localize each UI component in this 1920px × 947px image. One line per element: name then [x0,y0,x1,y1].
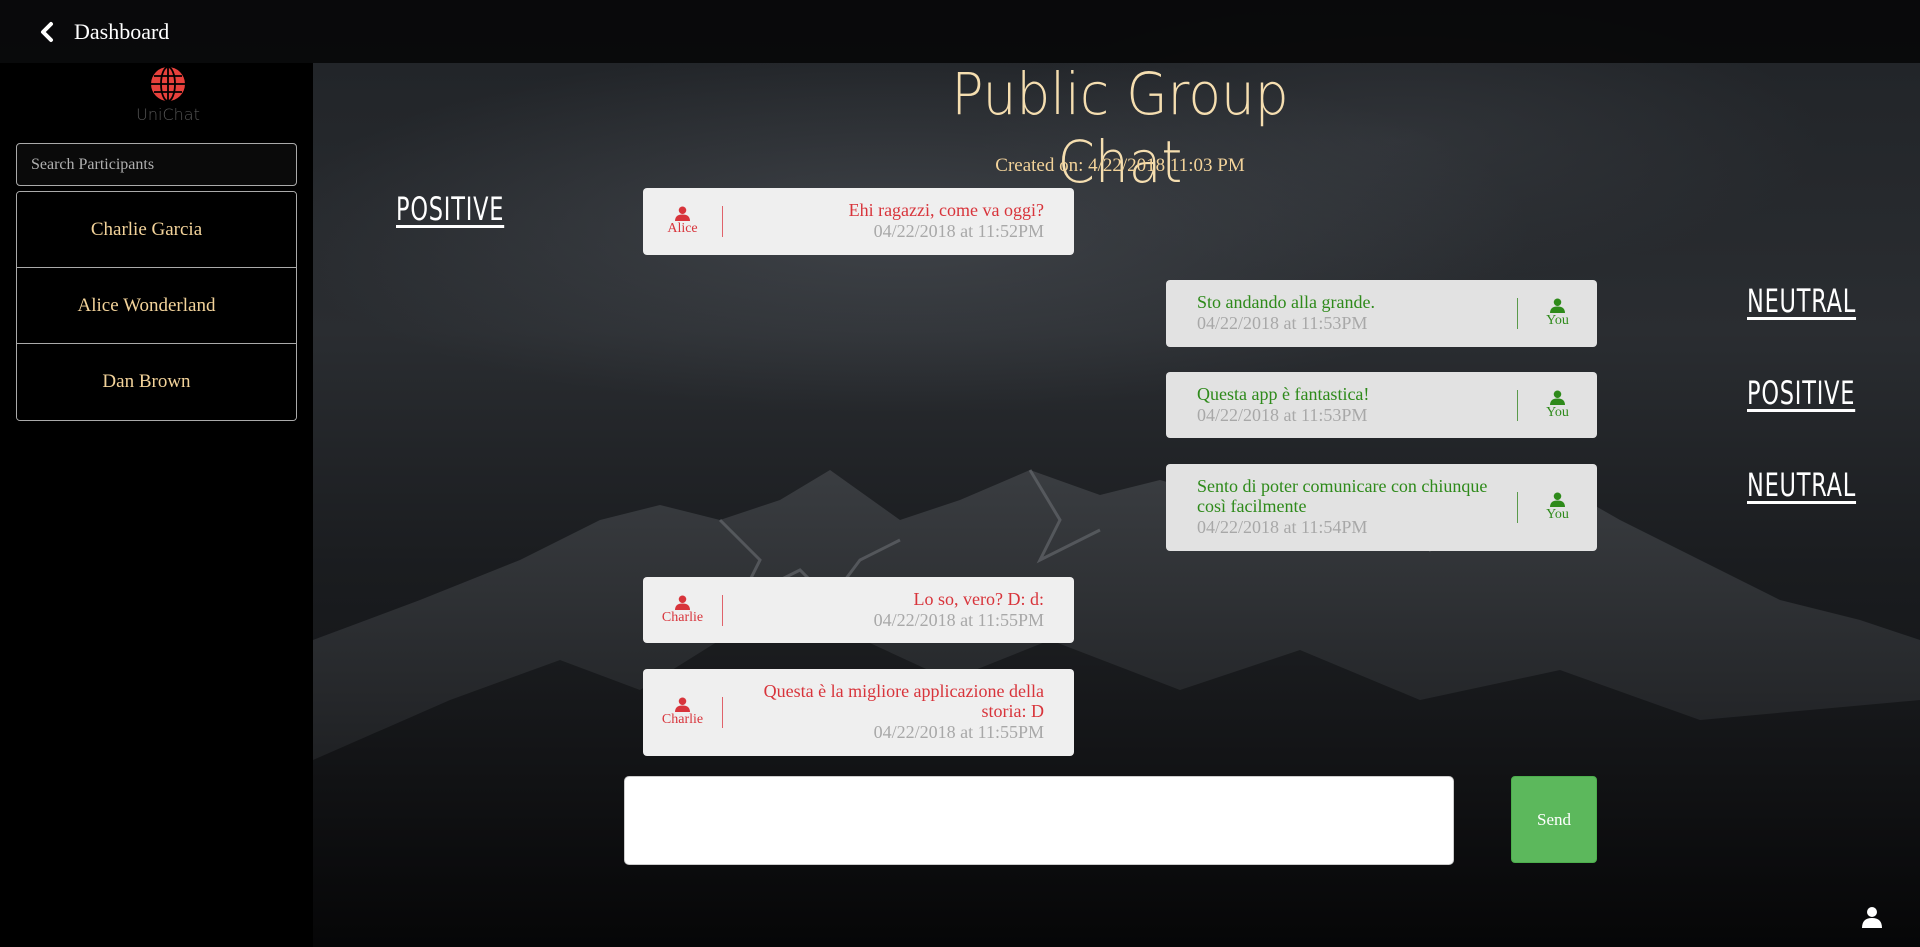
message-text: Sto andando alla grande. [1197,292,1375,312]
message-sender: You [1517,464,1597,551]
globe-icon [151,66,185,102]
message-text: Ehi ragazzi, come va oggi? [848,200,1044,220]
sender-name: Alice [667,221,698,236]
search-participants-input[interactable] [16,143,297,186]
sender-name: Charlie [661,609,704,625]
logo: UniChat [136,65,200,124]
send-button[interactable]: Send [1511,776,1597,863]
top-bar: Dashboard [0,0,1920,63]
participant-list: Charlie Garcia Alice Wonderland Dan Brow… [16,191,297,421]
chevron-left-icon[interactable] [38,21,56,43]
sentiment-label: POSITIVE [396,190,505,228]
message-sender: Alice [643,188,723,255]
sentiment-label: NEUTRAL [1747,282,1857,320]
participant-item[interactable]: Charlie Garcia [17,192,296,268]
sender-name: You [1546,507,1569,522]
message-time: 04/22/2018 at 11:55PM [873,722,1044,742]
created-date: Created on: 4/22/2018 11:03 PM [995,155,1245,176]
sentiment-label: NEUTRAL [1747,466,1857,504]
message-bubble: Alice Ehi ragazzi, come va oggi? 04/22/2… [643,188,1074,255]
message-sender: You [1517,372,1597,438]
user-icon [1550,389,1565,405]
message-bubble: Sento di poter comunicare con chiunque c… [1166,464,1597,551]
user-icon [675,697,690,712]
user-icon[interactable] [1862,906,1882,928]
message-bubble: Sto andando alla grande. 04/22/2018 at 1… [1166,280,1597,347]
sentiment-label: POSITIVE [1747,374,1856,412]
message-sender: Charlie [643,669,723,756]
message-sender: You [1517,280,1597,347]
user-icon [1550,492,1565,507]
message-bubble: Charlie Questa è la migliore applicazion… [643,669,1074,756]
message-text: Questa app è fantastica! [1197,384,1370,404]
message-sender: Charlie [643,577,723,643]
sender-name: Charlie [661,712,704,727]
logo-text: UniChat [136,105,200,124]
user-icon [675,206,690,221]
sender-name: You [1546,313,1569,328]
sender-name: You [1546,404,1569,420]
message-time: 04/22/2018 at 11:55PM [873,610,1044,630]
message-time: 04/22/2018 at 11:53PM [1197,313,1368,333]
message-text: Sento di poter comunicare con chiunque c… [1197,476,1488,516]
message-text: Questa è la migliore applicazione della … [763,681,1044,721]
message-bubble: Charlie Lo so, vero? D: d: 04/22/2018 at… [643,577,1074,643]
participant-item[interactable]: Alice Wonderland [17,268,296,344]
dashboard-link[interactable]: Dashboard [74,19,169,45]
sidebar: UniChat Charlie Garcia Alice Wonderland … [0,63,313,947]
user-icon [675,594,690,610]
message-time: 04/22/2018 at 11:54PM [1197,517,1368,537]
participant-item[interactable]: Dan Brown [17,344,296,420]
message-input[interactable] [624,776,1454,865]
message-text: Lo so, vero? D: d: [913,589,1044,609]
message-time: 04/22/2018 at 11:52PM [873,221,1044,241]
user-icon [1550,298,1565,313]
message-bubble: Questa app è fantastica! 04/22/2018 at 1… [1166,372,1597,438]
message-time: 04/22/2018 at 11:53PM [1197,405,1368,425]
